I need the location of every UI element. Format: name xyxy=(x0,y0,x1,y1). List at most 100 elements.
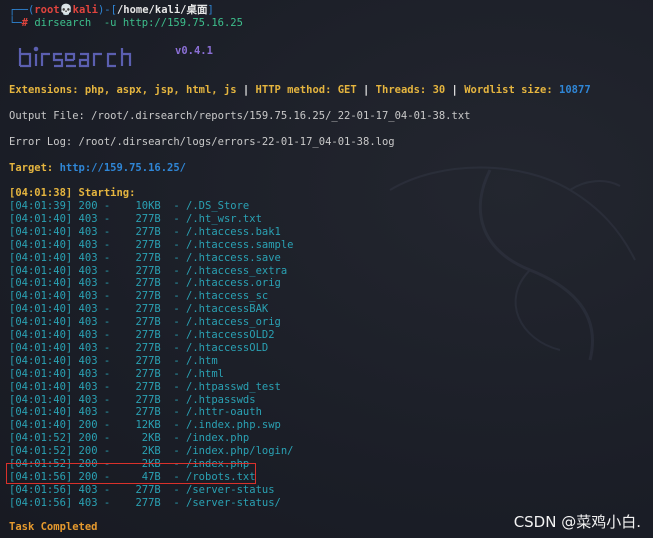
result-status-code: 200 xyxy=(78,445,98,458)
result-path: /.htaccess.bak1 xyxy=(186,225,281,238)
result-size: 277B xyxy=(135,238,161,251)
result-status-code: 403 xyxy=(78,251,98,264)
result-row: [04:01:56] 403 - 277B - /server-status/ xyxy=(9,496,281,509)
result-row: [04:01:40] 403 - 277B - /.htpasswd_test xyxy=(9,380,281,393)
starting-line: [04:01:38] Starting: xyxy=(9,187,136,199)
result-row: [04:01:40] 403 - 277B - /.htaccess.save xyxy=(9,251,281,264)
prompt-user: root xyxy=(34,4,60,16)
result-time: [04:01:39] xyxy=(9,200,73,212)
extensions-value: php, aspx, jsp, html, js xyxy=(84,84,237,96)
result-path: /.htaccess.orig xyxy=(186,277,281,290)
result-time: [04:01:56] xyxy=(9,483,73,496)
result-path: /.htaccess.sample xyxy=(186,238,294,251)
wordlist-size-value: 10877 xyxy=(559,84,591,96)
result-time: [04:01:40] xyxy=(9,277,73,290)
result-status-code: 200 xyxy=(78,200,98,212)
csdn-watermark: CSDN @菜鸡小白. xyxy=(513,513,641,531)
result-row: [04:01:40] 403 - 277B - /.htaccess.orig xyxy=(9,277,281,290)
result-status-code: 403 xyxy=(78,264,98,277)
prompt-path: /home/kali/桌面 xyxy=(116,4,208,16)
result-size: 277B xyxy=(135,483,161,496)
target-line: Target: http://159.75.16.25/ xyxy=(9,162,187,174)
result-status-code: 403 xyxy=(78,329,98,341)
result-path: /.htpasswd_test xyxy=(186,380,281,393)
result-row: [04:01:56] 403 - 277B - /server-status xyxy=(9,483,275,496)
result-row: [04:01:52] 200 - 2KB - /index.php xyxy=(9,432,250,445)
result-status-code: 403 xyxy=(78,225,98,238)
result-time: [04:01:40] xyxy=(9,380,73,393)
threads-value: 30 xyxy=(432,84,446,96)
terminal-window[interactable]: ┌──(root💀kali)-[/home/kali/桌面] └─# dirse… xyxy=(0,0,653,538)
method-value: GET xyxy=(337,84,357,96)
result-row: [04:01:39] 200 - 10KB - /.DS_Store xyxy=(9,200,250,212)
result-time: [04:01:40] xyxy=(9,303,73,316)
result-size: 277B xyxy=(135,290,161,303)
result-time: [04:01:40] xyxy=(9,341,73,354)
skull-icon: 💀 xyxy=(59,4,73,16)
prompt-header: ┌──(root💀kali)-[/home/kali/桌面] xyxy=(9,4,214,16)
result-size: 277B xyxy=(135,303,161,316)
result-time: [04:01:40] xyxy=(9,367,73,380)
result-path: /.htaccess_sc xyxy=(186,290,269,303)
result-path: /.DS_Store xyxy=(186,200,250,212)
config-line: Extensions: php, aspx, jsp, html, js | H… xyxy=(9,84,591,96)
result-row: [04:01:40] 403 - 277B - /.htaccess.sampl… xyxy=(9,238,294,251)
result-time: [04:01:40] xyxy=(9,419,73,432)
result-row: [04:01:40] 403 - 277B - /.htaccessOLD xyxy=(9,341,269,354)
result-time: [04:01:40] xyxy=(9,406,73,419)
result-time: [04:01:40] xyxy=(9,251,73,264)
result-path: /.ht_wsr.txt xyxy=(186,212,262,225)
result-status-code: 403 xyxy=(78,496,98,509)
robots-highlight-box xyxy=(6,463,256,484)
result-row: [04:01:40] 403 - 277B - /.htaccess_orig xyxy=(9,316,281,329)
result-row: [04:01:40] 403 - 277B - /.httr-oauth xyxy=(9,406,262,419)
result-size: 277B xyxy=(135,264,161,277)
error-log-line: Error Log: /root/.dirsearch/logs/errors-… xyxy=(9,136,395,148)
prompt-command-line: └─# dirsearch -u http://159.75.16.25 xyxy=(9,17,243,29)
version-label: v0.4.1 xyxy=(175,45,213,57)
result-path: /.html xyxy=(186,367,224,380)
result-row: [04:01:40] 403 - 277B - /.htaccessBAK xyxy=(9,303,269,316)
result-row: [04:01:40] 200 - 12KB - /.index.php.swp xyxy=(9,419,281,432)
result-status-code: 403 xyxy=(78,483,98,496)
result-time: [04:01:56] xyxy=(9,496,73,509)
task-completed-line: Task Completed xyxy=(9,521,98,533)
result-row: [04:01:40] 403 - 277B - /.htaccessOLD2 xyxy=(9,329,275,341)
result-row: [04:01:40] 403 - 277B - /.htaccess_sc xyxy=(9,290,269,303)
result-size: 277B xyxy=(135,277,161,290)
result-row: [04:01:40] 403 - 277B - /.htaccess.bak1 xyxy=(9,225,281,238)
result-size: 277B xyxy=(135,341,161,354)
result-time: [04:01:52] xyxy=(9,445,73,458)
result-size: 277B xyxy=(135,329,161,341)
dirsearch-logo: dirsearch xyxy=(18,46,132,68)
result-status-code: 200 xyxy=(78,419,98,432)
result-row: [04:01:40] 403 - 277B - /.ht_wsr.txt xyxy=(9,212,262,225)
result-status-code: 403 xyxy=(78,380,98,393)
result-status-code: 403 xyxy=(78,406,98,419)
result-size: 2KB xyxy=(141,432,161,445)
result-status-code: 403 xyxy=(78,277,98,290)
result-path: /.htaccess.save xyxy=(186,251,281,264)
result-status-code: 403 xyxy=(78,212,98,225)
result-time: [04:01:40] xyxy=(9,316,73,329)
output-file-line: Output File: /root/.dirsearch/reports/15… xyxy=(9,110,471,122)
result-size: 277B xyxy=(135,225,161,238)
prompt-command: dirsearch -u http://159.75.16.25 xyxy=(34,17,243,29)
result-size: 277B xyxy=(135,212,161,225)
kali-dragon-background xyxy=(389,166,636,361)
result-time: [04:01:40] xyxy=(9,329,73,341)
result-status-code: 403 xyxy=(78,393,98,406)
result-time: [04:01:52] xyxy=(9,432,73,445)
result-time: [04:01:40] xyxy=(9,238,73,251)
result-path: /.httr-oauth xyxy=(186,406,262,419)
result-path: /.index.php.swp xyxy=(186,419,281,432)
result-size: 12KB xyxy=(135,419,161,432)
result-path: /index.php/login/ xyxy=(186,445,294,458)
result-path: /.htaccessOLD xyxy=(186,341,269,354)
result-size: 277B xyxy=(135,354,161,367)
result-path: /.htaccess_orig xyxy=(186,316,281,329)
result-size: 10KB xyxy=(135,200,161,212)
result-status-code: 403 xyxy=(78,238,98,251)
result-size: 277B xyxy=(135,367,161,380)
result-time: [04:01:40] xyxy=(9,212,73,225)
